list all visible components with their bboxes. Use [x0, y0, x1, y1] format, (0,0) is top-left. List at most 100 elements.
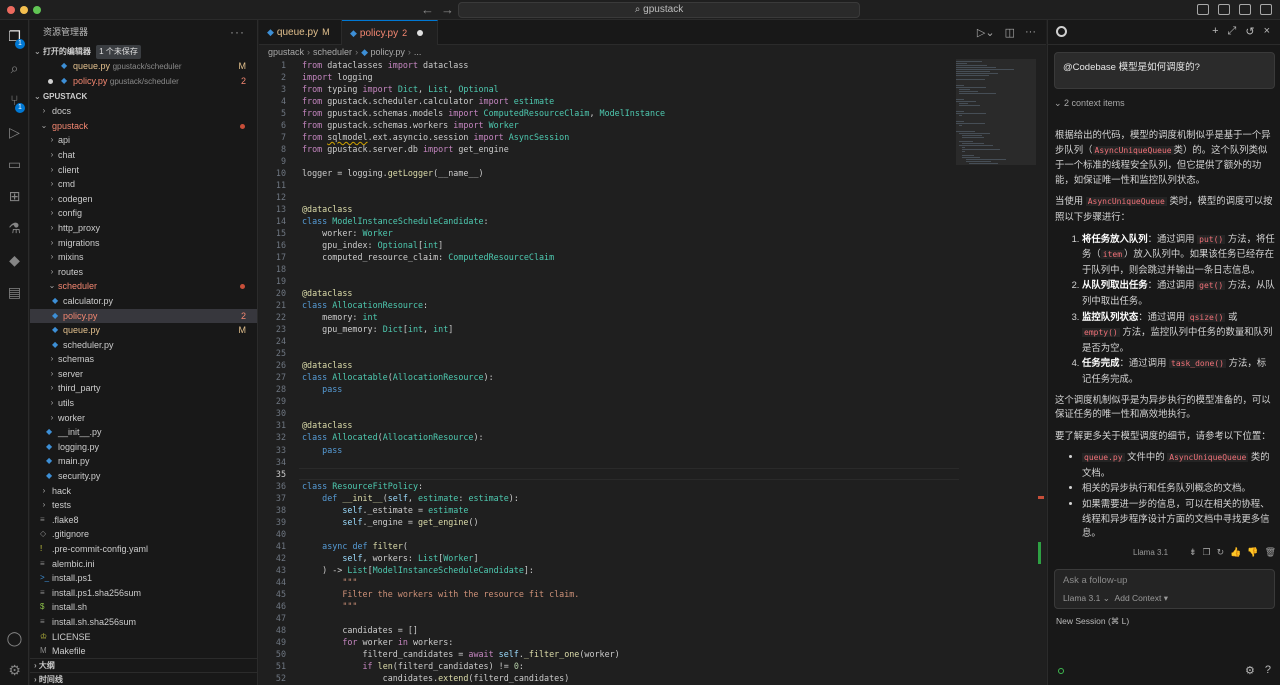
- line-number[interactable]: 47: [259, 612, 286, 624]
- code-line[interactable]: 36 class ResourceFitPolicy:: [259, 480, 959, 492]
- line-number[interactable]: 1: [259, 59, 286, 71]
- code-line[interactable]: 8 from gpustack.server.db import get_engi…: [259, 143, 959, 155]
- line-number[interactable]: 38: [259, 504, 286, 516]
- code-line[interactable]: 21 class AllocationResource:: [259, 299, 959, 311]
- tree-file[interactable]: ◆ __init__.py: [30, 425, 257, 440]
- toggle-panel-icon[interactable]: [1218, 4, 1230, 15]
- code-line[interactable]: 30: [259, 407, 959, 419]
- code-line[interactable]: 24: [259, 335, 959, 347]
- line-number[interactable]: 41: [259, 540, 286, 552]
- followup-input[interactable]: Ask a follow-up Llama 3.1 ⌄ Add Context …: [1054, 569, 1275, 609]
- docker-icon[interactable]: ◆: [6, 252, 23, 269]
- tree-folder[interactable]: › migrations: [30, 236, 257, 251]
- code-line[interactable]: 47: [259, 612, 959, 624]
- tree-file[interactable]: $ install.sh: [30, 600, 257, 615]
- line-number[interactable]: 23: [259, 323, 286, 335]
- tree-file[interactable]: ◆ queue.py M: [30, 323, 257, 338]
- tree-folder[interactable]: › schemas: [30, 352, 257, 367]
- line-number[interactable]: 49: [259, 636, 286, 648]
- context-items-toggle[interactable]: ⌄ 2 context items: [1054, 98, 1125, 109]
- breadcrumb-item[interactable]: policy.py: [370, 47, 404, 57]
- tree-file[interactable]: ≡ .flake8: [30, 513, 257, 528]
- code-line[interactable]: 27 class Allocatable(AllocationResource):: [259, 371, 959, 383]
- run-file-icon[interactable]: ▷⌄: [977, 26, 995, 39]
- code-line[interactable]: 16 gpu_index: Optional[int]: [259, 239, 959, 251]
- tree-folder[interactable]: › chat: [30, 148, 257, 163]
- line-number[interactable]: 36: [259, 480, 286, 492]
- code-line[interactable]: 13 @dataclass: [259, 203, 959, 215]
- line-number[interactable]: 15: [259, 227, 286, 239]
- tree-folder[interactable]: ⌄ gpustack: [30, 119, 257, 134]
- code-line[interactable]: 33 pass: [259, 444, 959, 456]
- code-line[interactable]: 6 from gpustack.schemas.workers import Wo…: [259, 119, 959, 131]
- code-line[interactable]: 31 @dataclass: [259, 419, 959, 431]
- line-number[interactable]: 24: [259, 335, 286, 347]
- tree-folder[interactable]: › client: [30, 163, 257, 178]
- open-editors-header[interactable]: ⌄ 打开的编辑器 1 个未保存: [30, 45, 257, 59]
- tree-folder[interactable]: › http_proxy: [30, 221, 257, 236]
- back-arrow-icon[interactable]: ←: [421, 2, 434, 18]
- line-number[interactable]: 25: [259, 347, 286, 359]
- extensions-icon[interactable]: ⊞: [6, 188, 23, 205]
- minimap-viewport[interactable]: [956, 59, 1036, 165]
- tree-folder[interactable]: › cmd: [30, 177, 257, 192]
- tree-folder[interactable]: › routes: [30, 265, 257, 280]
- line-number[interactable]: 29: [259, 395, 286, 407]
- forward-arrow-icon[interactable]: →: [441, 2, 454, 18]
- line-number[interactable]: 16: [259, 239, 286, 251]
- code-line[interactable]: 51 if len(filterd_candidates) != 0:: [259, 660, 959, 672]
- code-line[interactable]: 45 Filter the workers with the resource …: [259, 588, 959, 600]
- tree-folder[interactable]: › third_party: [30, 381, 257, 396]
- code-line[interactable]: 14 class ModelInstanceScheduleCandidate:: [259, 215, 959, 227]
- thumbs-down-icon[interactable]: 👎: [1247, 547, 1258, 558]
- add-context-button[interactable]: Add Context ▾: [1115, 593, 1168, 603]
- code-editor[interactable]: 1 from dataclasses import dataclass 2 impor…: [259, 59, 959, 684]
- tree-file[interactable]: >_ install.ps1: [30, 571, 257, 586]
- code-line[interactable]: 52 candidates.extend(filterd_candidates): [259, 672, 959, 684]
- regenerate-icon[interactable]: ↻: [1217, 547, 1225, 558]
- line-number[interactable]: 10: [259, 167, 286, 179]
- line-number[interactable]: 22: [259, 311, 286, 323]
- database-icon[interactable]: ▤: [6, 284, 23, 301]
- line-number[interactable]: 9: [259, 155, 286, 167]
- code-line[interactable]: 34: [259, 456, 959, 468]
- line-number[interactable]: 45: [259, 588, 286, 600]
- line-number[interactable]: 37: [259, 492, 286, 504]
- code-line[interactable]: 5 from gpustack.schemas.models import Com…: [259, 107, 959, 119]
- code-line[interactable]: 28 pass: [259, 383, 959, 395]
- code-line[interactable]: 44 """: [259, 576, 959, 588]
- code-line[interactable]: 50 filterd_candidates = await self._filt…: [259, 648, 959, 660]
- code-line[interactable]: 3 from typing import Dict, List, Optional: [259, 83, 959, 95]
- tree-file[interactable]: ◆ logging.py: [30, 440, 257, 455]
- line-number[interactable]: 17: [259, 251, 286, 263]
- tree-folder[interactable]: › utils: [30, 396, 257, 411]
- line-number[interactable]: 7: [259, 131, 286, 143]
- tree-folder[interactable]: › hack: [30, 484, 257, 499]
- split-editor-icon[interactable]: ◫: [1005, 26, 1015, 39]
- breadcrumb-item[interactable]: gpustack: [268, 47, 304, 57]
- model-select[interactable]: Llama 3.1 ⌄: [1063, 593, 1110, 603]
- code-line[interactable]: 41 async def filter(: [259, 540, 959, 552]
- timeline-section-header[interactable]: › 时间线: [30, 672, 257, 685]
- tree-folder[interactable]: › config: [30, 206, 257, 221]
- tree-folder[interactable]: › mixins: [30, 250, 257, 265]
- code-line[interactable]: 46 """: [259, 600, 959, 612]
- tree-file[interactable]: ◆ security.py: [30, 469, 257, 484]
- line-number[interactable]: 6: [259, 119, 286, 131]
- tree-file[interactable]: ♔ LICENSE: [30, 630, 257, 645]
- line-number[interactable]: 31: [259, 419, 286, 431]
- breadcrumb-item[interactable]: scheduler: [313, 47, 352, 57]
- minimize-window-button[interactable]: [20, 6, 28, 14]
- toggle-sidebar-icon[interactable]: [1197, 4, 1209, 15]
- code-line[interactable]: 19: [259, 275, 959, 287]
- tree-folder[interactable]: › server: [30, 367, 257, 382]
- new-chat-icon[interactable]: +: [1212, 25, 1218, 38]
- open-editor-item[interactable]: ◆ policy.py gpustack/scheduler 2: [30, 74, 257, 89]
- remote-explorer-icon[interactable]: ▭: [6, 156, 23, 173]
- line-number[interactable]: 40: [259, 528, 286, 540]
- code-line[interactable]: 39 self._engine = get_engine(): [259, 516, 959, 528]
- line-number[interactable]: 44: [259, 576, 286, 588]
- tree-file[interactable]: M Makefile: [30, 644, 257, 659]
- line-number[interactable]: 3: [259, 83, 286, 95]
- code-line[interactable]: 17 computed_resource_claim: ComputedReso…: [259, 251, 959, 263]
